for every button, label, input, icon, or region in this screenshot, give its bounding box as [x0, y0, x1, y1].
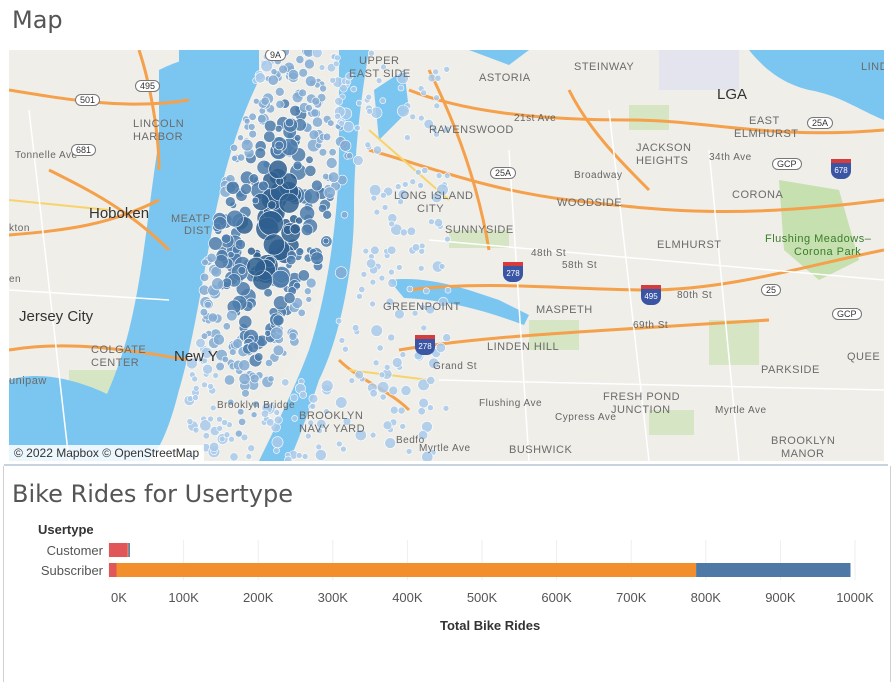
x-tick-label: 700K — [616, 590, 647, 605]
x-tick-label: 500K — [466, 590, 498, 605]
bar-segment-customer[interactable] — [127, 543, 129, 557]
x-tick-label: 800K — [690, 590, 721, 605]
x-tick-label: 300K — [317, 590, 348, 605]
x-tick-label: 0K — [111, 590, 127, 605]
x-tick-label: 100K — [168, 590, 199, 605]
bar-segment-customer[interactable] — [128, 543, 130, 557]
chart-bars[interactable] — [109, 543, 851, 577]
bar-segment-subscriber[interactable] — [109, 563, 117, 577]
x-tick-label: 400K — [392, 590, 423, 605]
bar-chart[interactable] — [0, 0, 893, 682]
bar-segment-customer[interactable] — [109, 543, 128, 557]
x-tick-label: 200K — [243, 590, 274, 605]
x-axis-label: Total Bike Rides — [440, 618, 541, 633]
x-tick-label: 900K — [765, 590, 796, 605]
bar-segment-subscriber[interactable] — [696, 563, 851, 577]
bar-segment-subscriber[interactable] — [116, 563, 697, 577]
x-tick-label: 1000K — [836, 590, 874, 605]
x-tick-label: 600K — [541, 590, 572, 605]
